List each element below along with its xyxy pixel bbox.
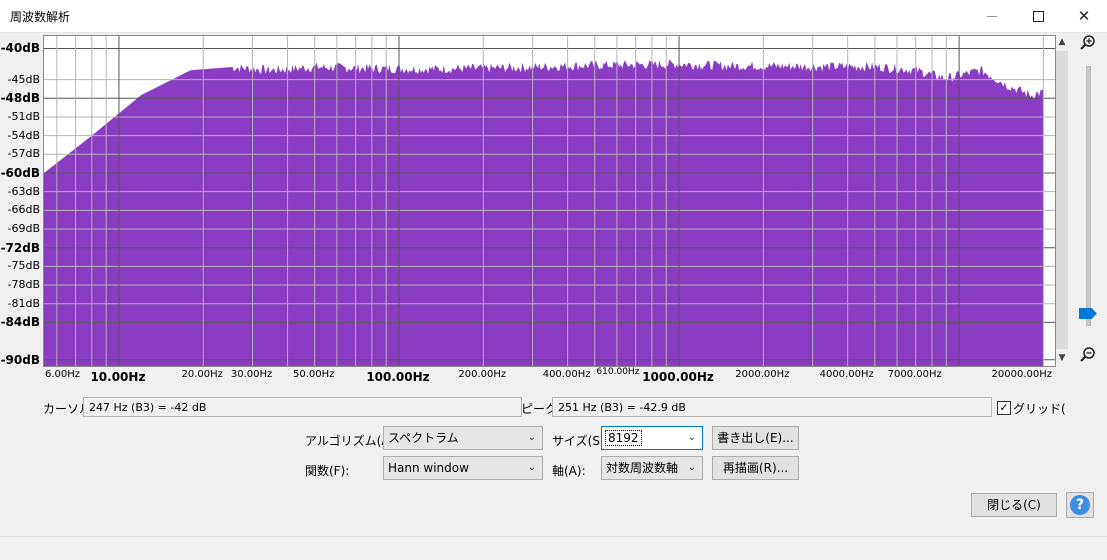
x-tick-label: 2000.00Hz [735,369,790,380]
title-bar: 周波数解析 ✕ [0,0,1107,33]
y-tick-label: -78dB [7,278,41,292]
size-select[interactable]: 8192 ⌄ [601,426,703,450]
size-value: 8192 [605,430,642,446]
y-tick-label: -60dB [0,165,40,180]
x-tick-label: 10.00Hz [90,370,146,384]
zoom-slider-thumb[interactable] [1079,308,1097,319]
zoom-out-icon[interactable] [1078,346,1098,366]
vertical-scrollbar[interactable]: ▲ ▼ [1055,35,1069,365]
spectrum-area [44,59,1044,366]
x-axis-labels: 6.00Hz 10.00Hz 20.00Hz 30.00Hz 50.00Hz 100.00… [43,367,1054,389]
help-button[interactable]: ? [1066,492,1094,518]
x-tick-label: 20000.00Hz [991,369,1052,380]
check-icon: ✓ [999,401,1009,414]
peak-readout: 251 Hz (B3) = -42.9 dB [552,397,992,417]
y-tick-label: -69dB [7,222,41,236]
x-tick-label: 4000.00Hz [819,369,874,380]
maximize-button[interactable] [1015,0,1061,32]
chevron-down-icon: ⌄ [527,432,536,443]
grid-label: グリッド( [1013,402,1066,416]
close-window-button[interactable]: ✕ [1061,0,1107,32]
spectrum-chart [44,36,1055,366]
x-tick-label: 100.00Hz [366,370,430,384]
x-tick-label: 30.00Hz [230,369,273,380]
x-tick-label: 7000.00Hz [887,369,942,380]
y-tick-label: -40dB [0,41,40,56]
window-title: 周波数解析 [10,10,71,24]
function-label: 関数(F): [305,464,350,478]
x-tick-label: 20.00Hz [181,369,223,380]
algorithm-select[interactable]: スペクトラム ⌄ [383,426,543,450]
y-tick-label: -54dB [7,128,41,142]
minimize-icon [987,15,997,17]
status-bar [0,536,1107,560]
chevron-down-icon: ⌄ [687,462,696,473]
y-tick-label: -81dB [7,296,41,310]
axis-label: 軸(A): [552,464,586,478]
x-tick-label: 1000.00Hz [642,370,714,384]
cursor-readout: 247 Hz (B3) = -42 dB [83,397,522,417]
y-tick-label: -63dB [7,184,41,198]
algorithm-value: スペクトラム [388,431,459,445]
chevron-down-icon: ⌄ [687,432,696,443]
y-tick-label: -66dB [7,203,41,217]
scroll-thumb[interactable] [1056,51,1068,349]
function-value: Hann window [388,461,469,475]
y-tick-label: -90dB [0,352,40,367]
y-tick-label: -57dB [7,147,41,161]
scroll-down-icon[interactable]: ▼ [1055,351,1069,365]
y-tick-label: -48dB [0,91,40,106]
x-tick-label: 50.00Hz [292,369,335,380]
redraw-button[interactable]: 再描画(R)... [712,456,799,480]
y-tick-label: -72dB [0,240,40,255]
x-tick-label: 6.00Hz [45,369,81,380]
x-tick-label: 610.00Hz [596,367,640,377]
axis-select[interactable]: 対数周波数軸 ⌄ [601,456,703,480]
scroll-up-icon[interactable]: ▲ [1055,35,1069,49]
minimize-button[interactable] [969,0,1015,32]
spectrum-plot[interactable] [43,35,1056,367]
close-icon: ✕ [1077,7,1091,25]
axis-value: 対数周波数軸 [606,461,679,475]
y-axis-labels: -40dB -45dB -48dB -51dB -54dB -57dB -60dB -63dB… [0,35,42,367]
x-tick-label: 200.00Hz [458,369,507,380]
y-tick-label: -45dB [7,72,41,86]
function-select[interactable]: Hann window ⌄ [383,456,543,480]
y-tick-label: -75dB [7,259,41,273]
close-button[interactable]: 閉じる(C) [971,493,1057,517]
zoom-slider-track[interactable] [1086,66,1091,326]
help-icon: ? [1070,495,1090,515]
zoom-in-icon[interactable] [1078,34,1098,54]
x-tick-label: 400.00Hz [542,369,591,380]
y-tick-label: -51dB [7,109,41,123]
chevron-down-icon: ⌄ [527,462,536,473]
y-tick-label: -84dB [0,315,40,330]
maximize-icon [1032,10,1044,22]
grid-checkbox[interactable]: ✓ [997,401,1011,415]
export-button[interactable]: 書き出し(E)... [712,426,799,450]
